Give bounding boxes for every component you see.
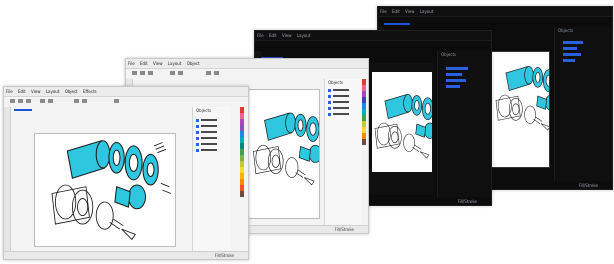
menu-object[interactable]: Object (187, 61, 200, 66)
menu-view[interactable]: View (31, 89, 41, 94)
exploded-assembly-drawing (253, 112, 341, 186)
open-icon[interactable] (18, 99, 23, 103)
status-fill-stroke: Fill/Stroke (578, 183, 598, 188)
zoom-icon[interactable] (114, 99, 119, 103)
save-icon[interactable] (26, 99, 31, 103)
menu-layout[interactable]: Layout (46, 89, 60, 94)
import-icon[interactable] (74, 99, 79, 103)
menu-bar: File Edit View Layout (255, 31, 491, 41)
menu-layout[interactable]: Layout (297, 33, 311, 38)
document-tab[interactable] (14, 109, 32, 111)
menu-file[interactable]: File (6, 89, 13, 94)
menu-layout[interactable]: Layout (168, 61, 182, 66)
drawing-canvas[interactable] (367, 63, 433, 195)
export-icon[interactable] (214, 71, 219, 75)
redo-icon[interactable] (48, 99, 53, 103)
new-icon[interactable] (10, 99, 15, 103)
objects-docker[interactable]: Objects (192, 107, 231, 251)
export-icon[interactable] (82, 99, 87, 103)
menu-layout[interactable]: Layout (420, 9, 434, 14)
menu-view[interactable]: View (282, 33, 292, 38)
active-tab-indicator[interactable] (384, 23, 410, 25)
color-palette[interactable] (362, 79, 366, 223)
new-icon[interactable] (132, 71, 137, 75)
drawing-canvas[interactable] (244, 89, 341, 219)
status-bar: Fill/Stroke (4, 251, 248, 259)
objects-docker[interactable]: Objects (554, 27, 612, 181)
redo-icon[interactable] (178, 71, 183, 75)
save-icon[interactable] (148, 71, 153, 75)
status-fill-stroke: Fill/Stroke (457, 199, 477, 204)
menu-bar: File Edit View Layout Object (126, 59, 368, 69)
color-palette[interactable] (240, 107, 244, 249)
import-icon[interactable] (206, 71, 211, 75)
docker-title: Objects (558, 28, 574, 33)
undo-icon[interactable] (170, 71, 175, 75)
toolbar (126, 69, 368, 78)
undo-icon[interactable] (40, 99, 45, 103)
swatch[interactable] (362, 139, 366, 145)
menu-view[interactable]: View (405, 9, 415, 14)
menu-view[interactable]: View (153, 61, 163, 66)
menu-file[interactable]: File (257, 33, 264, 38)
status-fill-stroke: Fill/Stroke (334, 227, 354, 232)
docker-title: Objects (441, 52, 457, 57)
menu-file[interactable]: File (128, 61, 135, 66)
docker-title: Objects (196, 108, 212, 113)
exploded-assembly-drawing (51, 140, 172, 240)
swatch[interactable] (240, 191, 244, 197)
menu-edit[interactable]: Edit (269, 33, 277, 38)
objects-docker[interactable]: Objects (437, 51, 491, 197)
drawing-canvas[interactable] (34, 133, 176, 247)
menu-edit[interactable]: Edit (18, 89, 26, 94)
toolbox[interactable] (4, 107, 11, 251)
toolbar (255, 41, 491, 59)
menu-object[interactable]: Object (65, 89, 78, 94)
menu-file[interactable]: File (380, 9, 387, 14)
menu-edit[interactable]: Edit (392, 9, 400, 14)
open-icon[interactable] (140, 71, 145, 75)
menu-effects[interactable]: Effects (83, 89, 97, 94)
menu-bar: File Edit View Layout Object Effects (4, 87, 248, 97)
objects-docker[interactable]: Objects (324, 79, 361, 225)
docker-title: Objects (328, 80, 344, 85)
menu-edit[interactable]: Edit (140, 61, 148, 66)
drawing-canvas[interactable] (490, 51, 574, 168)
exploded-assembly-drawing (374, 94, 432, 159)
menu-bar: File Edit View Layout (378, 7, 612, 17)
toolbar (378, 17, 612, 26)
app-window-1: File Edit View Layout Object Effects Obj… (3, 86, 249, 260)
status-fill-stroke: Fill/Stroke (214, 253, 234, 258)
exploded-assembly-drawing (495, 66, 574, 131)
toolbar (4, 97, 248, 106)
